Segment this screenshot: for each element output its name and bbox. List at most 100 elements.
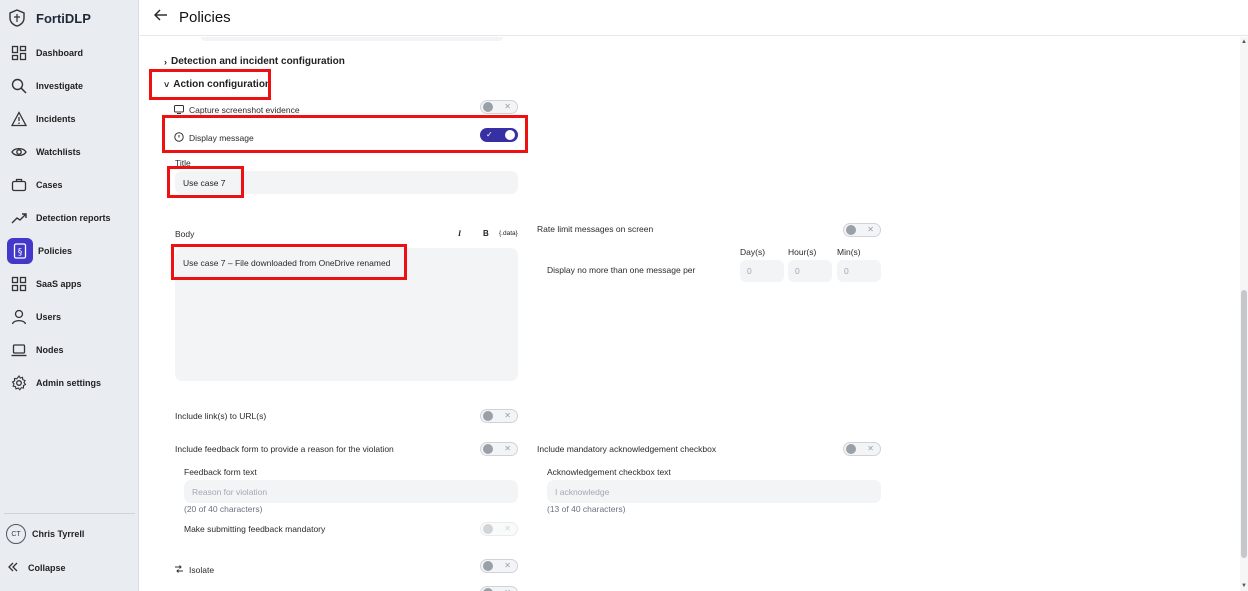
- hours-label: Hour(s): [788, 247, 817, 257]
- dashboard-icon: [7, 41, 31, 65]
- sidebar: FortiDLP Dashboard Investigate Incidents…: [0, 0, 139, 591]
- body-text: Use case 7 – File downloaded from OneDri…: [183, 258, 391, 268]
- sidebar-item-saas-apps[interactable]: SaaS apps: [4, 270, 132, 297]
- rate-limit-toggle[interactable]: ✕: [843, 223, 881, 237]
- scroll-up-icon[interactable]: ▲: [1241, 39, 1247, 45]
- page-header: Policies: [140, 0, 1248, 36]
- brand[interactable]: FortiDLP: [8, 7, 91, 29]
- avatar: CT: [6, 524, 26, 544]
- svg-text:§: §: [18, 247, 23, 257]
- user-icon: [7, 305, 31, 329]
- next-toggle-partial[interactable]: ✕: [480, 586, 518, 591]
- sidebar-divider: [4, 513, 135, 514]
- bold-button[interactable]: B: [483, 229, 489, 238]
- sidebar-item-dashboard[interactable]: Dashboard: [4, 39, 132, 66]
- feedback-mandatory-toggle[interactable]: ✕: [480, 522, 518, 536]
- feedback-form-toggle[interactable]: ✕: [480, 442, 518, 456]
- insert-data-button[interactable]: {.data}: [499, 230, 518, 237]
- screenshot-icon: [174, 101, 184, 119]
- sidebar-item-label: Policies: [38, 245, 73, 256]
- arrow-left-icon: [154, 8, 168, 26]
- isolate-icon: [174, 561, 184, 579]
- display-message-row: Display message: [174, 129, 254, 147]
- chevron-down-icon: ˅: [164, 79, 170, 90]
- sidebar-item-policies[interactable]: § Policies: [4, 237, 132, 264]
- vertical-scrollbar[interactable]: ▲ ▼: [1240, 37, 1248, 591]
- trend-icon: [7, 206, 31, 230]
- previous-field-remnant: [200, 37, 504, 41]
- mins-label: Min(s): [837, 247, 861, 257]
- back-button[interactable]: [152, 8, 170, 26]
- sidebar-item-label: Dashboard: [36, 47, 84, 58]
- sidebar-item-detection-reports[interactable]: Detection reports: [4, 204, 132, 231]
- sidebar-item-label: Watchlists: [36, 146, 81, 157]
- acknowledge-text-label: Acknowledgement checkbox text: [547, 467, 671, 477]
- scrollbar-thumb[interactable]: [1241, 290, 1247, 558]
- acknowledge-label: Include mandatory acknowledgement checkb…: [537, 444, 717, 454]
- apps-grid-icon: [7, 272, 31, 296]
- days-input[interactable]: 0: [740, 260, 784, 282]
- eye-icon: [7, 140, 31, 164]
- warning-icon: [7, 107, 31, 131]
- laptop-icon: [7, 338, 31, 362]
- collapse-label: Collapse: [28, 563, 66, 573]
- shield-logo-icon: [8, 8, 26, 28]
- policy-icon: §: [7, 237, 33, 264]
- section-title: Detection and incident configuration: [171, 56, 345, 67]
- sidebar-item-label: SaaS apps: [36, 278, 82, 289]
- feedback-text-label: Feedback form text: [184, 467, 257, 477]
- sidebar-item-nodes[interactable]: Nodes: [4, 336, 132, 363]
- hours-input[interactable]: 0: [788, 260, 832, 282]
- collapse-button[interactable]: Collapse: [8, 559, 66, 577]
- sidebar-item-cases[interactable]: Cases: [4, 171, 132, 198]
- message-bubble-icon: [174, 129, 184, 147]
- rate-limit-label: Rate limit messages on screen: [537, 224, 654, 234]
- acknowledge-toggle[interactable]: ✕: [843, 442, 881, 456]
- search-icon: [7, 74, 31, 98]
- display-message-toggle[interactable]: ✓: [480, 128, 518, 142]
- acknowledge-char-count: (13 of 40 characters): [547, 504, 626, 514]
- sidebar-item-label: Detection reports: [36, 212, 111, 223]
- user-profile[interactable]: CT Chris Tyrrell: [6, 524, 84, 544]
- isolate-row: Isolate: [174, 561, 214, 579]
- sidebar-item-investigate[interactable]: Investigate: [4, 72, 132, 99]
- capture-screenshot-toggle[interactable]: ✕: [480, 100, 518, 114]
- sidebar-item-label: Incidents: [36, 113, 76, 124]
- section-action-header[interactable]: ˅ Action configuration: [164, 79, 271, 90]
- display-message-label: Display message: [189, 133, 254, 143]
- sidebar-item-label: Users: [36, 311, 62, 322]
- app-name: FortiDLP: [36, 10, 91, 26]
- section-title: Action configuration: [173, 79, 272, 90]
- title-label: Title: [175, 158, 191, 168]
- chevron-right-icon: ›: [164, 56, 167, 67]
- sidebar-item-users[interactable]: Users: [4, 303, 132, 330]
- feedback-form-label: Include feedback form to provide a reaso…: [175, 444, 394, 454]
- italic-button[interactable]: I: [458, 229, 461, 238]
- sidebar-item-admin-settings[interactable]: Admin settings: [4, 369, 132, 396]
- gear-icon: [7, 371, 31, 395]
- feedback-char-count: (20 of 40 characters): [184, 504, 263, 514]
- body-label: Body: [175, 229, 195, 239]
- mins-input[interactable]: 0: [837, 260, 881, 282]
- include-links-toggle[interactable]: ✕: [480, 409, 518, 423]
- page-title: Policies: [179, 9, 231, 26]
- acknowledge-text-input[interactable]: I acknowledge: [547, 480, 881, 503]
- section-detection-header[interactable]: › Detection and incident configuration: [164, 56, 345, 67]
- include-links-label: Include link(s) to URL(s): [175, 411, 267, 421]
- sidebar-item-label: Investigate: [36, 80, 84, 91]
- isolate-toggle[interactable]: ✕: [480, 559, 518, 573]
- sidebar-item-incidents[interactable]: Incidents: [4, 105, 132, 132]
- double-chevron-left-icon: [8, 559, 18, 577]
- briefcase-icon: [7, 173, 31, 197]
- sidebar-item-watchlists[interactable]: Watchlists: [4, 138, 132, 165]
- feedback-mandatory-label: Make submitting feedback mandatory: [184, 524, 326, 534]
- feedback-text-input[interactable]: Reason for violation: [184, 480, 518, 503]
- days-label: Day(s): [740, 247, 766, 257]
- capture-screenshot-row: Capture screenshot evidence: [174, 101, 300, 119]
- isolate-label: Isolate: [189, 565, 215, 575]
- title-input[interactable]: Use case 7: [175, 171, 518, 194]
- sidebar-item-label: Admin settings: [36, 377, 102, 388]
- scroll-down-icon[interactable]: ▼: [1241, 583, 1247, 589]
- user-name: Chris Tyrrell: [32, 529, 85, 539]
- sidebar-item-label: Nodes: [36, 344, 64, 355]
